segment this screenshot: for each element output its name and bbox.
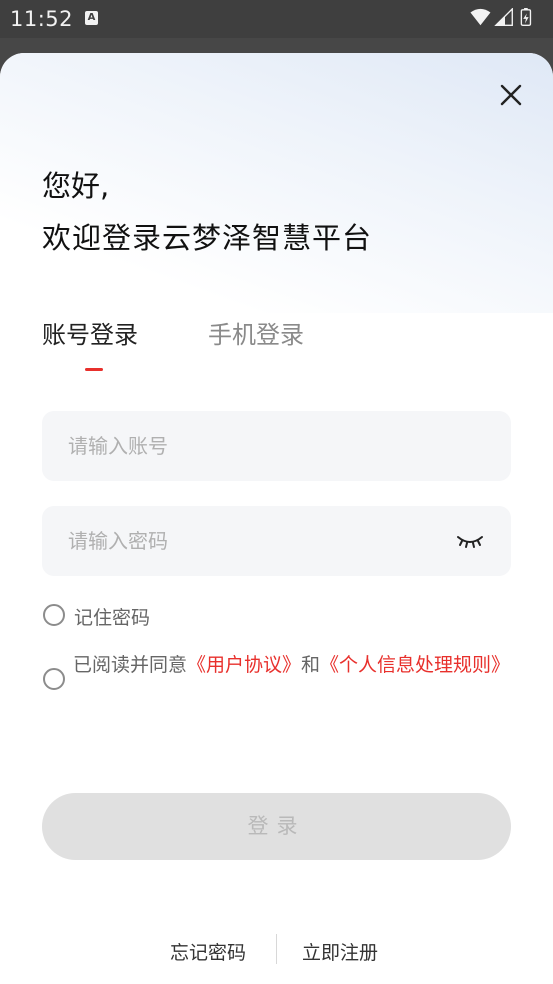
login-button[interactable]: 登录 [42,793,511,860]
notification-icon: A [85,11,98,25]
status-time: 11:52 [10,7,74,31]
login-sheet: 您好, 欢迎登录云梦泽智慧平台 账号登录 手机登录 记住密码 已阅读并同意《用户… [0,53,553,984]
agreement-radio[interactable] [43,668,65,690]
account-field [42,411,511,481]
close-icon[interactable] [495,79,527,111]
privacy-rules-link[interactable]: 《个人信息处理规则》 [320,654,510,676]
agreement-connector: 和 [301,654,321,676]
register-link[interactable]: 立即注册 [302,938,378,965]
password-input[interactable] [68,506,448,576]
status-icons [470,8,532,26]
forgot-password-link[interactable]: 忘记密码 [170,938,246,965]
divider [276,934,277,964]
agreement-text: 已阅读并同意《用户协议》和《个人信息处理规则》 [73,649,518,682]
tab-active-indicator [85,368,103,371]
tab-account-login[interactable]: 账号登录 [42,315,138,350]
greeting-line2: 欢迎登录云梦泽智慧平台 [42,221,373,255]
remember-password-radio[interactable] [43,604,65,626]
wifi-icon [470,8,491,26]
tab-phone-login[interactable]: 手机登录 [208,315,304,350]
status-bar: 11:52 A [0,0,553,38]
user-agreement-link[interactable]: 《用户协议》 [187,654,301,676]
agreement-prefix: 已阅读并同意 [73,654,188,676]
eye-closed-icon[interactable] [455,529,485,551]
password-field [42,506,511,576]
remember-password-label[interactable]: 记住密码 [74,603,150,630]
account-input[interactable] [68,411,448,481]
greeting-line1: 您好, [42,169,110,203]
